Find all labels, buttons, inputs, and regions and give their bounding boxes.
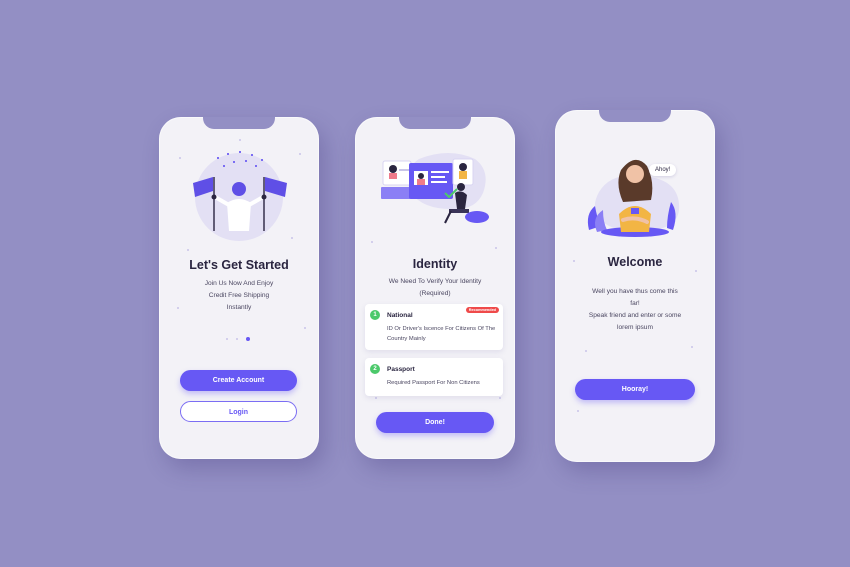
card-description: Required Passport For Non Citizens [387, 380, 480, 386]
card-description: ID Or Driver's Iscence For Citizens Of T… [387, 326, 496, 342]
page-title: Identity [412, 257, 458, 271]
done-button[interactable]: Done! [376, 412, 494, 433]
speech-bubble: Ahoy! [649, 164, 677, 176]
flags-illustration [193, 151, 287, 241]
subtitle: Join Us Now And Enjoy Credit Free Shippi… [204, 280, 274, 311]
page-dot-active[interactable] [246, 337, 250, 341]
pagination-dots[interactable] [226, 337, 256, 341]
welcome-body-text: Well you have thus come this far! Speak … [588, 288, 682, 331]
phone-screen-welcome: Ahoy! Welcome Well you have thus come th… [555, 110, 715, 462]
phone-screen-start: Let's Get Started Join Us Now And Enjoy … [159, 117, 319, 459]
card-title: Passport [387, 366, 415, 373]
id-option-passport[interactable]: 2 Passport Required Passport For Non Cit… [365, 358, 503, 396]
page-dot[interactable] [236, 338, 238, 340]
phone-screen-identity: Identity We Need To Verify Your Identity… [355, 117, 515, 459]
card-title: National [387, 312, 413, 319]
step-number: 1 [370, 310, 380, 320]
subtitle: We Need To Verify Your Identity (Require… [388, 278, 482, 297]
page-dot[interactable] [226, 338, 228, 340]
page-title: Let's Get Started [189, 258, 289, 272]
recommended-badge: Recommended [465, 307, 499, 313]
login-button[interactable]: Login [180, 401, 297, 422]
hooray-button[interactable]: Hooray! [575, 379, 695, 400]
page-title: Welcome [607, 255, 663, 269]
phone-notch [399, 117, 471, 129]
phone-notch [203, 117, 275, 129]
create-account-button[interactable]: Create Account [180, 370, 297, 391]
id-option-national[interactable]: 1 National Recommended ID Or Driver's Is… [365, 304, 503, 350]
step-number: 2 [370, 364, 380, 374]
phone-notch [599, 110, 671, 122]
identity-verification-illustration [381, 153, 489, 224]
